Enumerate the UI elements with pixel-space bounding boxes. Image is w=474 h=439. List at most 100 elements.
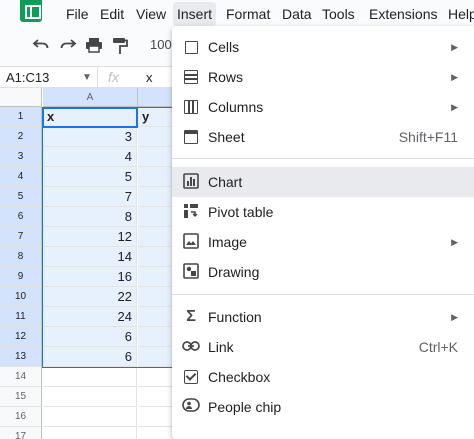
insert-sheet[interactable]: Sheet Shift+F11 [172, 122, 474, 152]
cell-a[interactable]: 4 [43, 147, 137, 167]
submenu-arrow-icon: ▶ [451, 312, 458, 322]
menu-file[interactable]: File [64, 4, 91, 24]
select-all-corner[interactable] [0, 88, 42, 107]
rows-icon [182, 68, 200, 86]
menu-view[interactable]: View [134, 4, 168, 24]
cell-a[interactable]: 3 [43, 127, 137, 147]
row-header[interactable]: 1 [0, 107, 42, 127]
shortcut-label: Ctrl+K [418, 339, 458, 355]
insert-link[interactable]: Link Ctrl+K [172, 332, 474, 362]
menu-edit[interactable]: Edit [98, 4, 126, 24]
cell-a[interactable] [43, 387, 137, 407]
sheets-logo-icon [20, 0, 42, 22]
menu-item-label: Checkbox [208, 369, 271, 385]
row-header[interactable]: 7 [0, 227, 42, 247]
menu-bar: File Edit View Insert Format Data Tools … [0, 0, 474, 28]
menu-item-label: Link [208, 339, 234, 355]
columns-icon [182, 98, 200, 116]
row-header[interactable]: 2 [0, 127, 42, 147]
drawing-icon [182, 263, 200, 281]
insert-checkbox[interactable]: Checkbox [172, 362, 474, 392]
row-header[interactable]: 9 [0, 267, 42, 287]
row-header[interactable]: 17 [0, 427, 42, 439]
sheets-app: File Edit View Insert Format Data Tools … [0, 0, 474, 439]
paint-format-icon[interactable] [110, 37, 130, 57]
cell-a[interactable]: 14 [43, 247, 137, 267]
name-box[interactable]: A1:C13 ▼ [0, 67, 98, 88]
cell-a[interactable]: 6 [43, 347, 137, 367]
menu-tools[interactable]: Tools [320, 4, 357, 24]
cell-a[interactable] [43, 367, 137, 387]
shortcut-label: Shift+F11 [398, 129, 458, 145]
row-header[interactable]: 15 [0, 387, 42, 407]
insert-people-chip[interactable]: People chip [172, 392, 474, 422]
cell-a[interactable]: 5 [43, 167, 137, 187]
menu-format[interactable]: Format [224, 4, 272, 24]
row-header[interactable]: 8 [0, 247, 42, 267]
insert-chart[interactable]: Chart [172, 167, 474, 197]
cell-a[interactable]: 8 [43, 207, 137, 227]
cell-a[interactable] [43, 407, 137, 427]
cell-a[interactable]: 22 [43, 287, 137, 307]
menu-item-label: Sheet [208, 129, 245, 145]
menu-extensions[interactable]: Extensions [367, 4, 439, 24]
insert-drawing[interactable]: Drawing [172, 257, 474, 287]
cell-a[interactable]: 12 [43, 227, 137, 247]
row-header[interactable]: 12 [0, 327, 42, 347]
name-box-value: A1:C13 [6, 70, 50, 85]
menu-item-label: Columns [208, 99, 264, 115]
row-header[interactable]: 16 [0, 407, 42, 427]
row-header[interactable]: 6 [0, 207, 42, 227]
menu-data[interactable]: Data [280, 4, 314, 24]
menu-divider [172, 294, 474, 295]
row-header[interactable]: 4 [0, 167, 42, 187]
menu-item-label: Function [208, 309, 262, 325]
cell-a[interactable] [43, 427, 137, 439]
cell-a[interactable]: 6 [43, 327, 137, 347]
link-icon [182, 338, 200, 356]
menu-item-label: Pivot table [208, 204, 274, 220]
cell-icon [182, 38, 200, 56]
menu-item-label: Cells [208, 39, 240, 55]
menu-item-label: Rows [208, 69, 244, 85]
menu-item-label: Image [208, 234, 247, 250]
sheets-logo[interactable] [0, 0, 42, 24]
row-header[interactable]: 5 [0, 187, 42, 207]
undo-icon[interactable] [31, 37, 51, 57]
row-header[interactable]: 14 [0, 367, 42, 387]
insert-columns[interactable]: Columns ▶ [172, 92, 474, 122]
insert-function[interactable]: Σ Function ▶ [172, 302, 474, 332]
cell-a[interactable]: 7 [43, 187, 137, 207]
cell-a[interactable]: x [43, 107, 137, 127]
row-header[interactable]: 11 [0, 307, 42, 327]
insert-cells[interactable]: Cells ▶ [172, 32, 474, 62]
menu-item-label: Drawing [208, 264, 260, 280]
pivot-table-icon [182, 203, 200, 221]
insert-menu: Cells ▶ Rows ▶ Columns ▶ Sheet Shift+F11… [172, 26, 474, 439]
menu-insert[interactable]: Insert [173, 2, 217, 26]
cell-a[interactable]: 16 [43, 267, 137, 287]
row-header[interactable]: 13 [0, 347, 42, 367]
formula-input[interactable]: x [146, 67, 153, 88]
column-header-a[interactable]: A [43, 88, 138, 107]
submenu-arrow-icon: ▶ [451, 42, 458, 52]
print-icon[interactable] [84, 37, 104, 57]
submenu-arrow-icon: ▶ [451, 237, 458, 247]
sheet-icon [182, 128, 200, 146]
row-header[interactable]: 3 [0, 147, 42, 167]
insert-rows[interactable]: Rows ▶ [172, 62, 474, 92]
menu-divider [172, 158, 474, 159]
row-header[interactable]: 10 [0, 287, 42, 307]
insert-pivot-table[interactable]: Pivot table [172, 197, 474, 227]
cell-a[interactable]: 24 [43, 307, 137, 327]
fx-icon: fx [108, 69, 119, 85]
insert-image[interactable]: Image ▶ [172, 227, 474, 257]
function-icon: Σ [186, 308, 196, 325]
image-icon [182, 233, 200, 251]
redo-icon[interactable] [58, 37, 78, 57]
menu-item-label: People chip [208, 399, 282, 415]
checkbox-icon [182, 368, 200, 386]
chart-icon [182, 173, 200, 191]
menu-help[interactable]: Help [446, 4, 474, 24]
submenu-arrow-icon: ▶ [451, 102, 458, 112]
